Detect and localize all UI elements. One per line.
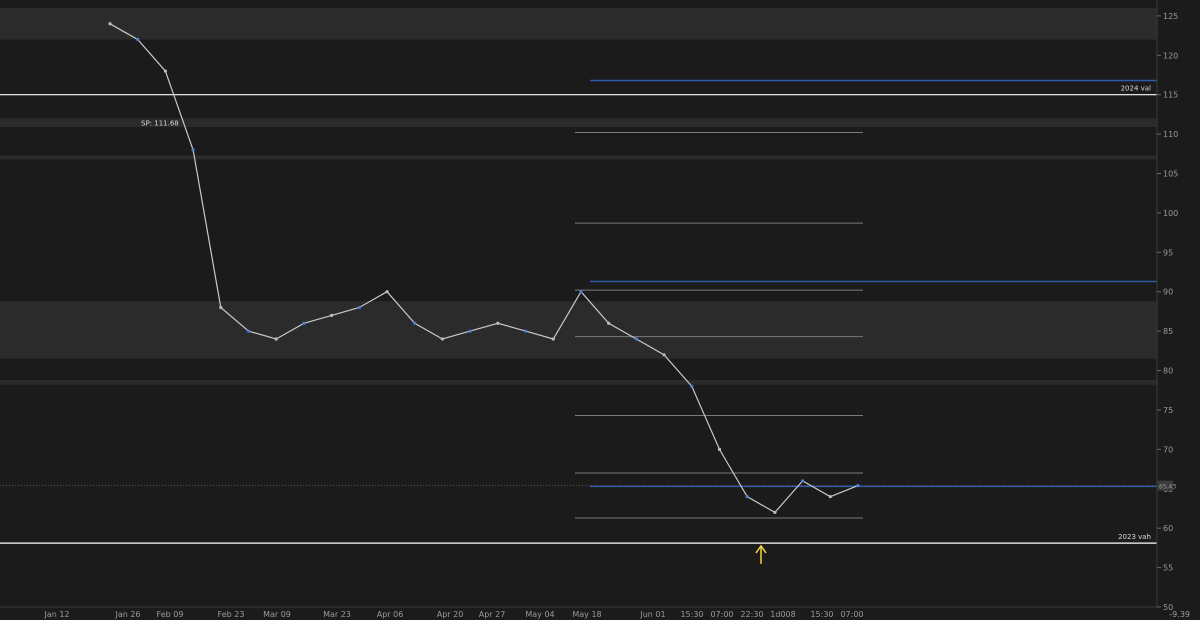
x-tick-label: Apr 27 — [479, 610, 506, 619]
zone-band — [0, 155, 1157, 160]
sp-label: SP: 111.68 — [141, 120, 179, 128]
price-point — [108, 22, 112, 26]
x-tick-label: Mar 09 — [263, 610, 291, 619]
y-tick-label: 110 — [1163, 130, 1178, 139]
current-price-label: 65.43 — [1159, 484, 1176, 491]
price-point — [413, 321, 417, 325]
reference-label: 2024 val — [1121, 85, 1151, 93]
reference-label: 2023 vah — [1118, 533, 1151, 541]
x-tick-label: 1d008 — [770, 610, 795, 619]
x-tick-label: May 18 — [572, 610, 601, 619]
x-tick-label: 07:00 — [840, 610, 863, 619]
price-point — [136, 37, 140, 42]
price-point — [357, 305, 361, 310]
x-tick-label: Feb 09 — [157, 610, 184, 619]
x-tick-label: 07:00 — [710, 610, 733, 619]
price-point — [496, 321, 500, 325]
price-point — [274, 337, 278, 341]
price-point — [551, 337, 555, 341]
y-tick-label: 80 — [1163, 367, 1173, 376]
y-tick-label: 60 — [1163, 524, 1173, 533]
price-point — [800, 479, 805, 483]
price-point — [302, 321, 306, 325]
y-tick-label: 100 — [1163, 209, 1178, 218]
price-chart: 2024 val2023 vahSP: 111.6850556065707580… — [0, 0, 1190, 619]
price-point — [246, 329, 251, 333]
price-point — [745, 495, 749, 499]
y-tick-label: 115 — [1163, 91, 1178, 100]
x-tick-label: Jun 01 — [639, 610, 665, 619]
x-tick-label: Jan 12 — [43, 610, 69, 619]
price-point — [717, 447, 722, 451]
zone-band — [0, 301, 1157, 359]
y-tick-label: 95 — [1163, 248, 1173, 257]
price-point — [579, 290, 583, 294]
chart-area: 2024 val2023 vahSP: 111.6850556065707580… — [0, 0, 1200, 620]
x-tick-label: 22:30 — [740, 610, 763, 619]
price-point — [634, 337, 638, 341]
y-tick-label: 125 — [1163, 12, 1178, 21]
y-tick-label: 90 — [1163, 288, 1173, 297]
price-point — [468, 329, 472, 333]
price-point — [191, 148, 195, 152]
x-tick-label: Mar 23 — [323, 610, 351, 619]
x-tick-label: Jan 26 — [114, 610, 140, 619]
x-tick-label: May 04 — [525, 610, 554, 619]
x-tick-label: Apr 06 — [377, 610, 404, 619]
y-tick-label: 75 — [1163, 406, 1173, 415]
price-series-line — [109, 23, 859, 514]
x-tick-label: Apr 20 — [437, 610, 464, 619]
x-tick-label: 15:30 — [810, 610, 833, 619]
zone-band — [0, 380, 1157, 385]
zone-band — [0, 8, 1157, 40]
corner-value: -9.39 — [1169, 610, 1190, 619]
price-point — [607, 321, 611, 325]
y-tick-label: 55 — [1163, 564, 1173, 573]
price-point — [856, 484, 860, 488]
price-point — [163, 69, 168, 73]
price-point — [330, 313, 334, 317]
price-point — [219, 305, 223, 310]
price-point — [690, 384, 694, 388]
y-tick-label: 120 — [1163, 51, 1178, 60]
x-tick-label: 15:30 — [680, 610, 703, 619]
price-point — [385, 290, 389, 294]
price-point — [523, 329, 528, 333]
x-tick-label: Feb 23 — [218, 610, 245, 619]
y-tick-label: 105 — [1163, 170, 1178, 179]
y-tick-label: 85 — [1163, 327, 1173, 336]
price-point — [440, 337, 445, 341]
y-tick-label: 70 — [1163, 445, 1173, 454]
price-point — [828, 495, 832, 499]
price-point — [773, 510, 777, 515]
price-point — [662, 353, 666, 357]
